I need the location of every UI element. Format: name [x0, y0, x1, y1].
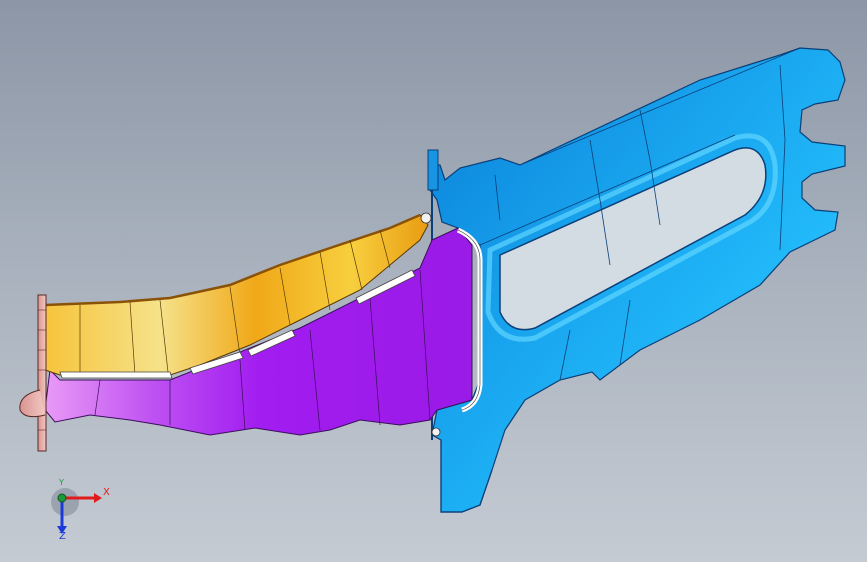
bolt-bottom — [431, 427, 441, 437]
orientation-triad[interactable]: X Y Z — [40, 478, 120, 548]
triad-sphere — [51, 488, 79, 516]
triad-axis-y — [57, 493, 67, 503]
model-viewport[interactable]: X Y Z — [0, 0, 867, 562]
triad-label-x: X — [103, 487, 110, 498]
end-flange — [37, 294, 47, 452]
triad-arrow-x — [94, 493, 102, 503]
cad-model[interactable] — [0, 0, 867, 562]
triad-label-z: Z — [59, 531, 66, 542]
bolt-top — [420, 212, 432, 224]
triad-label-y: Y — [59, 478, 64, 487]
bracket-tab — [427, 149, 439, 191]
